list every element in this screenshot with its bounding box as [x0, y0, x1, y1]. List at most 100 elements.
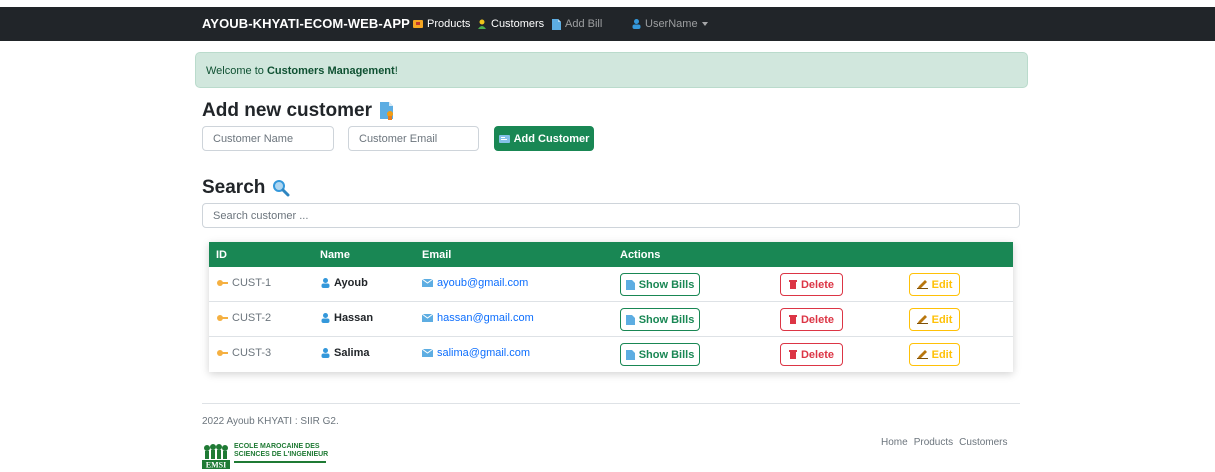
- customer-name: Ayoub: [334, 277, 368, 289]
- footer-link-home[interactable]: Home: [881, 437, 908, 448]
- user-icon: [321, 278, 330, 288]
- nav-link-customers[interactable]: Customers: [477, 18, 544, 30]
- edit-label: Edit: [931, 313, 953, 326]
- footer-link-products[interactable]: Products: [914, 437, 953, 448]
- search-title: Search: [202, 177, 266, 198]
- show-bills-label: Show Bills: [638, 278, 695, 291]
- search-input[interactable]: [202, 203, 1020, 228]
- name-cell: Ayoub: [321, 277, 368, 289]
- add-customer-heading: Add new customer: [202, 100, 395, 122]
- show-bills-button[interactable]: Show Bills: [620, 343, 700, 366]
- bill-icon: [625, 314, 635, 325]
- id-cell: CUST-2: [217, 312, 271, 324]
- logo-text: ECOLE MAROCAINE DES SCIENCES DE L'INGENI…: [234, 443, 328, 463]
- edit-button[interactable]: Edit: [909, 343, 960, 366]
- edit-icon: [916, 315, 928, 324]
- bill-icon: [625, 279, 635, 290]
- key-icon: [217, 350, 228, 356]
- nav-link-customers-label: Customers: [491, 18, 545, 30]
- add-customer-title: Add new customer: [202, 100, 372, 121]
- envelope-icon: [422, 314, 433, 322]
- alert-strong: Customers Management: [266, 65, 395, 77]
- search-icon: [273, 180, 290, 197]
- logo-rule: [234, 461, 326, 463]
- delete-label: Delete: [800, 278, 835, 291]
- table-row: CUST-1 Ayoub ayoub@gmail.com Show Bills …: [209, 267, 1013, 302]
- delete-button[interactable]: Delete: [780, 343, 843, 366]
- edit-button[interactable]: Edit: [909, 273, 960, 296]
- table-header: ID Name Email Actions: [209, 242, 1013, 267]
- search-heading: Search: [202, 177, 290, 199]
- logo-line-1: ECOLE MAROCAINE DES: [234, 443, 320, 450]
- customer-email-input[interactable]: [348, 126, 479, 151]
- envelope-icon: [422, 349, 433, 357]
- key-icon: [217, 280, 228, 286]
- envelope-icon: [422, 279, 433, 287]
- user-icon: [321, 348, 330, 358]
- customers-icon: [478, 19, 486, 29]
- header-name: Name: [320, 249, 350, 261]
- user-icon: [321, 313, 330, 323]
- alert-suffix: !: [394, 65, 398, 77]
- key-icon: [217, 315, 228, 321]
- products-icon: [413, 20, 423, 28]
- email-cell: ayoub@gmail.com: [422, 277, 528, 289]
- bill-icon: [625, 349, 635, 360]
- emsi-logo-mark: EMSI: [202, 444, 230, 469]
- logo-line-2: SCIENCES DE L'INGENIEUR: [234, 451, 329, 458]
- edit-button[interactable]: Edit: [909, 308, 960, 331]
- customer-name: Hassan: [334, 312, 374, 324]
- edit-icon: [916, 350, 928, 359]
- id-cell: CUST-1: [217, 277, 271, 289]
- header-email: Email: [422, 249, 452, 261]
- navbar: AYOUB-KHYATI-ECOM-WEB-APP Products Custo…: [0, 7, 1215, 41]
- show-bills-button[interactable]: Show Bills: [620, 308, 700, 331]
- nav-link-add-bill[interactable]: Add Bill: [551, 18, 602, 30]
- delete-button[interactable]: Delete: [780, 273, 843, 296]
- user-dropdown[interactable]: UserName: [632, 18, 708, 30]
- footer-divider: [202, 403, 1020, 404]
- add-customer-button[interactable]: Add Customer: [494, 126, 594, 151]
- alert-prefix: Welcome to: [206, 65, 267, 77]
- nav-link-products[interactable]: Products: [413, 18, 470, 30]
- name-cell: Salima: [321, 347, 369, 359]
- add-customer-icon: [379, 102, 393, 120]
- email-cell: salima@gmail.com: [422, 347, 530, 359]
- customer-id: CUST-1: [232, 277, 272, 289]
- email-cell: hassan@gmail.com: [422, 312, 534, 324]
- footer-copyright: 2022 Ayoub KHYATI : SIIR G2.: [202, 416, 339, 427]
- customer-id: CUST-2: [232, 312, 272, 324]
- customer-name-input[interactable]: [202, 126, 334, 151]
- header-id: ID: [216, 249, 227, 261]
- delete-label: Delete: [800, 348, 835, 361]
- show-bills-label: Show Bills: [638, 348, 695, 361]
- trash-icon: [788, 280, 797, 289]
- delete-button[interactable]: Delete: [780, 308, 843, 331]
- delete-label: Delete: [800, 313, 835, 326]
- nav-link-products-label: Products: [427, 18, 471, 30]
- trash-icon: [788, 350, 797, 359]
- footer-links: Home Products Customers: [881, 437, 1008, 448]
- emsi-logo: EMSI ECOLE MAROCAINE DES SCIENCES DE L'I…: [202, 443, 328, 469]
- caret-down-icon: [701, 22, 708, 26]
- footer-link-customers[interactable]: Customers: [959, 437, 1007, 448]
- welcome-alert: Welcome to Customers Management!: [195, 52, 1028, 88]
- user-icon: [632, 19, 641, 29]
- trash-icon: [788, 315, 797, 324]
- show-bills-button[interactable]: Show Bills: [620, 273, 700, 296]
- edit-icon: [916, 280, 928, 289]
- customer-email[interactable]: salima@gmail.com: [437, 347, 530, 359]
- nav-link-add-bill-label: Add Bill: [565, 18, 603, 30]
- customer-email[interactable]: ayoub@gmail.com: [437, 277, 528, 289]
- customer-name: Salima: [334, 347, 370, 359]
- edit-label: Edit: [931, 278, 953, 291]
- add-user-icon: [498, 135, 510, 143]
- id-cell: CUST-3: [217, 347, 271, 359]
- customer-email[interactable]: hassan@gmail.com: [437, 312, 534, 324]
- header-actions: Actions: [620, 249, 661, 261]
- bill-icon: [552, 18, 561, 30]
- table-row: CUST-2 Hassan hassan@gmail.com Show Bill…: [209, 302, 1013, 337]
- navbar-brand[interactable]: AYOUB-KHYATI-ECOM-WEB-APP: [202, 16, 410, 31]
- edit-label: Edit: [931, 348, 953, 361]
- add-customer-button-label: Add Customer: [513, 132, 590, 145]
